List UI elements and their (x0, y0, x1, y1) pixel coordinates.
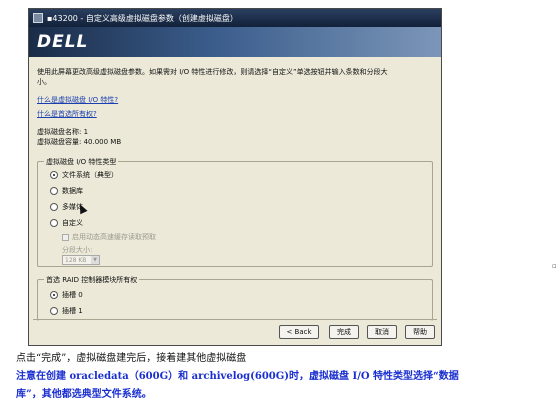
link-what-is-ownership[interactable]: 什么是首选所有权? (37, 109, 97, 119)
page-edge-mark: ▫ (552, 262, 557, 270)
button-separator (33, 319, 437, 320)
radio-filesystem[interactable]: 文件系统（典型） (50, 170, 118, 180)
intro-text-line2: 小。 (37, 78, 51, 86)
disk-name: 虚拟磁盘名称: 1 (37, 128, 89, 136)
finish-button[interactable]: 完成 (329, 325, 359, 339)
io-type-group: 虚拟磁盘 I/O 特性类型 文件系统（典型） 数据库 多媒体 自定义 启用动态高… (37, 157, 433, 267)
note-line1: 注意在创建 oracledata（600G）和 archivelog(600G)… (16, 371, 459, 382)
dell-banner: DELL (29, 27, 441, 57)
radio-indicator[interactable] (50, 219, 58, 227)
cancel-button[interactable]: 取消 (367, 325, 397, 339)
window-title: ▪43200 - 自定义高级虚拟磁盘参数（创建虚拟磁盘） (47, 13, 238, 23)
link-what-is-io[interactable]: 什么是虚拟磁盘 I/O 特性? (37, 95, 118, 105)
radio-indicator[interactable] (50, 171, 58, 179)
radio-indicator[interactable] (50, 187, 58, 195)
intro-text-line1: 使用此屏幕更改高级虚拟磁盘参数。如果需对 I/O 特性进行修改，则请选择“自定义… (37, 68, 388, 76)
checkbox-indicator[interactable] (62, 233, 69, 241)
app-icon (33, 13, 43, 23)
radio-indicator[interactable] (50, 291, 58, 299)
ownership-group-title: 首选 RAID 控制器模块所有权 (44, 275, 140, 285)
io-type-group-title: 虚拟磁盘 I/O 特性类型 (44, 157, 119, 167)
segment-size-label: 分段大小: (62, 246, 93, 254)
radio-indicator[interactable] (50, 307, 58, 315)
ownership-group: 首选 RAID 控制器模块所有权 插槽 0 插槽 1 (37, 275, 433, 321)
chevron-down-icon[interactable]: ▼ (91, 256, 99, 264)
radio-slot-1[interactable]: 插槽 1 (50, 306, 83, 316)
checkbox-cache-prefetch[interactable]: 启用动态高速缓存读取预取 (62, 232, 156, 242)
radio-database[interactable]: 数据库 (50, 186, 83, 196)
radio-custom[interactable]: 自定义 (50, 218, 83, 228)
radio-indicator[interactable] (50, 203, 58, 211)
disk-capacity: 虚拟磁盘容量: 40.000 MB (37, 138, 122, 146)
help-button[interactable]: 帮助 (405, 325, 435, 339)
radio-slot-0[interactable]: 插槽 0 (50, 290, 83, 300)
dell-logo: DELL (37, 32, 89, 52)
dialog-window: ▪43200 - 自定义高级虚拟磁盘参数（创建虚拟磁盘） DELL 使用此屏幕更… (28, 8, 442, 346)
note-line2: 库”，其他都选典型文件系统。 (16, 389, 152, 400)
title-bar: ▪43200 - 自定义高级虚拟磁盘参数（创建虚拟磁盘） (29, 9, 441, 27)
dialog-content: 使用此屏幕更改高级虚拟磁盘参数。如果需对 I/O 特性进行修改，则请选择“自定义… (29, 57, 441, 321)
caption-text: 点击“完成”，虚拟磁盘建完后，接着建其他虚拟磁盘 (16, 353, 247, 364)
mouse-cursor-icon (76, 202, 88, 215)
back-button[interactable]: < Back (279, 325, 319, 339)
segment-size-select[interactable]: 128 KB ▼ (62, 255, 100, 265)
